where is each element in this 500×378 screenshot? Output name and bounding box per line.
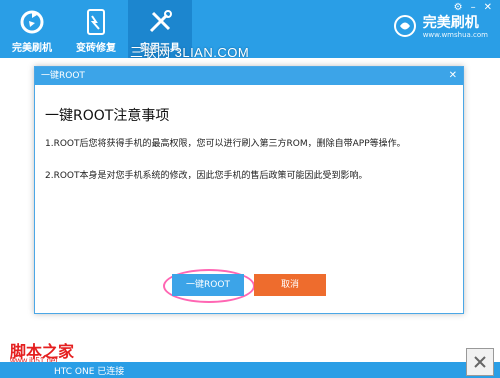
root-dialog: 一键ROOT ✕ 一键ROOT注意事项 1.ROOT后您将获得手机的最高权限，您… (34, 66, 464, 314)
tools-icon (147, 8, 173, 36)
device-status: HTC ONE 已连接 (54, 367, 125, 377)
brand-url: www.wmshua.com (422, 30, 488, 39)
tab-perfect-flash[interactable]: 完美刷机 (0, 0, 64, 58)
close-icon[interactable]: ✕ (484, 2, 492, 13)
notice-paragraph-1: 1.ROOT后您将获得手机的最高权限，您可以进行刷入第三方ROM，删除自带APP… (45, 139, 406, 149)
cancel-button[interactable]: 取消 (254, 274, 326, 296)
window-controls: ⚙ – ✕ (454, 2, 492, 13)
tab-brick-repair[interactable]: 变砖修复 (64, 0, 128, 58)
brand-name: 完美刷机 (422, 15, 479, 32)
dialog-close-icon[interactable]: ✕ (449, 67, 457, 85)
watermark-logo-icon (466, 348, 494, 376)
refresh-icon (19, 8, 45, 36)
tab-label: 变砖修复 (76, 43, 116, 54)
top-toolbar: 完美刷机 变砖修复 实用工具 ⚙ – ✕ 完美刷机 www.wmshua.com… (0, 0, 500, 60)
status-bar: HTC ONE 已连接 (0, 362, 500, 378)
notice-paragraph-2: 2.ROOT本身是对您手机系统的修改，因此您手机的售后政策可能因此受到影响。 (45, 171, 368, 181)
dialog-title: 一键ROOT (41, 71, 85, 81)
minimize-icon[interactable]: – (471, 2, 476, 13)
settings-icon[interactable]: ⚙ (454, 2, 463, 13)
root-button[interactable]: 一键ROOT (172, 274, 244, 296)
phone-icon (85, 8, 107, 36)
tab-label: 完美刷机 (12, 43, 52, 54)
brand-icon (393, 14, 417, 42)
dialog-heading: 一键ROOT注意事项 (45, 108, 170, 124)
dialog-titlebar: 一键ROOT ✕ (35, 67, 463, 85)
brand-logo: 完美刷机 www.wmshua.com (393, 14, 488, 42)
